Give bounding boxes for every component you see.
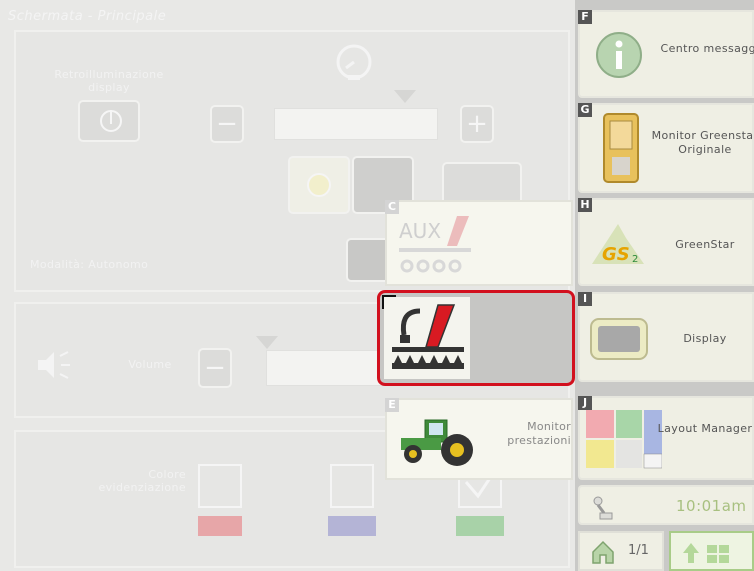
svg-text:2: 2: [632, 254, 638, 265]
volume-pointer-icon: [256, 336, 278, 349]
shortcut-column: F Centro messaggi G Monitor Greenstar Or…: [575, 0, 754, 571]
colour-red-swatch[interactable]: [198, 516, 242, 536]
tile-label: Layout Manager: [657, 422, 753, 435]
colour-blue-checkbox[interactable]: [330, 464, 374, 508]
colour-red-checkbox[interactable]: [198, 464, 242, 508]
volume-minus-button[interactable]: −: [198, 348, 232, 388]
volume-label: Volume: [128, 358, 172, 371]
volume-slider[interactable]: [266, 350, 386, 386]
aux-implement-icon: AUX: [397, 210, 477, 286]
tile-letter: J: [578, 396, 592, 410]
tile-letter: F: [578, 10, 592, 24]
backlight-label: Retroilluminazione display: [54, 68, 164, 94]
screen-title: Schermata - Principale: [8, 9, 167, 24]
tile-label: Centro messaggi: [660, 42, 754, 55]
gs2-logo-icon: GS 2: [588, 218, 648, 274]
popup-item-aux[interactable]: C AUX: [385, 200, 573, 286]
seeder-icon: [390, 301, 466, 381]
speaker-icon: [34, 348, 74, 386]
seeder-icon-box: [384, 297, 470, 379]
tile-letter: I: [578, 292, 592, 306]
slider-pointer-icon: [394, 90, 416, 103]
status-bar: 10:01am: [578, 485, 754, 525]
mode-label: Modalità: Autonomo: [30, 258, 149, 271]
performance-label: Monitor prestazioni: [507, 420, 571, 447]
layout-manager-icon: [586, 410, 663, 474]
day-mode-button[interactable]: [288, 156, 350, 214]
implement-popup: C AUX D E Monitor prestazioni: [377, 198, 575, 481]
joystick-icon: [590, 495, 614, 525]
page-indicator: 1/1: [628, 543, 649, 558]
backlight-power-button[interactable]: [78, 100, 140, 142]
tile-label: Display: [683, 332, 727, 345]
brightness-minus-button[interactable]: −: [210, 105, 244, 143]
page-up-button[interactable]: [669, 531, 754, 571]
tile-letter: G: [578, 103, 592, 117]
tile-message-center[interactable]: F Centro messaggi: [578, 10, 754, 98]
info-icon: [594, 30, 644, 84]
colour-green-swatch[interactable]: [456, 516, 504, 536]
greenstar-monitor-icon: [602, 113, 640, 187]
tile-greenstar-monitor[interactable]: G Monitor Greenstar Originale: [578, 103, 754, 193]
arrow-up-icon: [681, 541, 741, 569]
brightness-slider[interactable]: [274, 108, 438, 140]
svg-text:GS: GS: [602, 244, 630, 265]
svg-text:AUX: AUX: [399, 219, 441, 243]
tile-greenstar[interactable]: H GS 2 GreenStar: [578, 198, 754, 286]
clock-time: 10:01am: [676, 497, 747, 515]
colour-blue-swatch[interactable]: [328, 516, 376, 536]
speedometer-icon: [334, 42, 374, 86]
tile-layout-manager[interactable]: J Layout Manager: [578, 396, 754, 480]
popup-item-seeder[interactable]: D: [377, 290, 575, 386]
popup-item-performance[interactable]: E Monitor prestazioni: [385, 398, 573, 480]
tractor-icon: [395, 414, 477, 472]
colour-label: Colore evidenziazione: [98, 468, 186, 494]
display-icon: [590, 318, 648, 364]
popup-letter: E: [385, 398, 399, 412]
tile-letter: H: [578, 198, 592, 212]
home-button[interactable]: 1/1: [578, 531, 664, 571]
brightness-plus-button[interactable]: +: [460, 105, 494, 143]
tile-label: Monitor Greenstar Originale: [651, 129, 754, 156]
home-icon: [590, 539, 616, 569]
tile-label: GreenStar: [675, 238, 735, 251]
tile-display[interactable]: I Display: [578, 292, 754, 382]
